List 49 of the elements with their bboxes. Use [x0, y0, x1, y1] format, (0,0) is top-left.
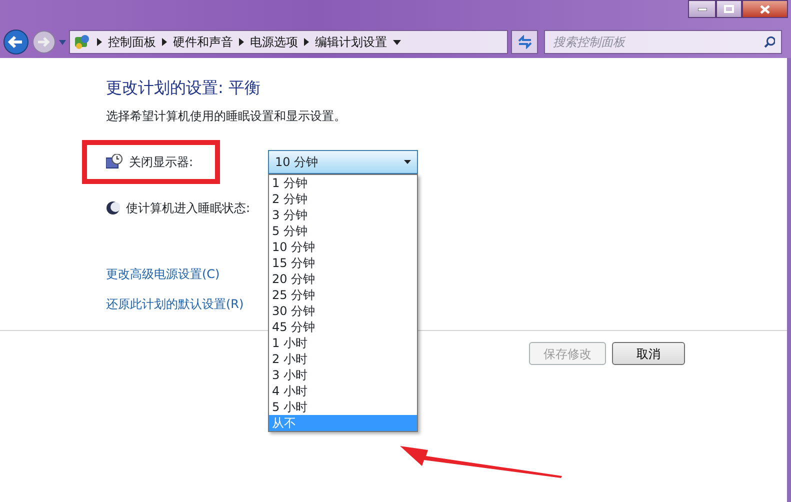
- dropdown-option[interactable]: 2 分钟: [269, 191, 417, 207]
- search-icon: [764, 36, 775, 48]
- monitor-clock-icon: [106, 154, 123, 170]
- close-button[interactable]: [742, 0, 788, 18]
- moon-icon: [106, 201, 120, 215]
- time-dropdown[interactable]: 10 分钟: [268, 150, 418, 174]
- settings-link[interactable]: 更改高级电源设置(C): [106, 265, 220, 283]
- breadcrumb-item[interactable]: 硬件和声音: [173, 33, 233, 51]
- dropdown-option[interactable]: 25 分钟: [269, 287, 417, 303]
- refresh-button[interactable]: [511, 30, 538, 54]
- dropdown-option[interactable]: 4 小时: [269, 383, 417, 399]
- search-field[interactable]: 搜索控制面板: [551, 32, 764, 52]
- dropdown-option[interactable]: 3 小时: [269, 367, 417, 383]
- setting-label: 关闭显示器:: [129, 154, 194, 171]
- dropdown-option[interactable]: 5 小时: [269, 399, 417, 415]
- dropdown-option[interactable]: 10 分钟: [269, 239, 417, 255]
- separator-arrow-icon[interactable]: [97, 38, 102, 46]
- dialog-button[interactable]: 取消: [612, 342, 685, 365]
- minimize-icon: [698, 8, 706, 10]
- breadcrumb-item[interactable]: 控制面板: [108, 33, 156, 51]
- page-subtitle: 选择希望计算机使用的睡眠设置和显示设置。: [106, 108, 347, 125]
- maximize-icon: [724, 5, 734, 13]
- dropdown-caret-icon: [404, 160, 411, 164]
- dropdown-option[interactable]: 5 分钟: [269, 223, 417, 239]
- separator-arrow-icon[interactable]: [304, 38, 309, 46]
- dropdown-option[interactable]: 2 小时: [269, 351, 417, 367]
- dropdown-option[interactable]: 45 分钟: [269, 319, 417, 335]
- refresh-icon: [516, 35, 532, 49]
- page-title: 更改计划的设置: 平衡: [106, 78, 262, 98]
- search-box[interactable]: 搜索控制面板: [544, 30, 782, 54]
- breadcrumb-item[interactable]: 编辑计划设置: [315, 33, 387, 51]
- breadcrumb-item[interactable]: 电源选项: [250, 33, 298, 51]
- setting-label: 使计算机进入睡眠状态:: [126, 200, 250, 217]
- minimize-button[interactable]: [688, 0, 716, 18]
- dropdown-option[interactable]: 20 分钟: [269, 271, 417, 287]
- separator-arrow-icon[interactable]: [239, 38, 244, 46]
- close-icon: [760, 4, 770, 14]
- dropdown-option[interactable]: 3 分钟: [269, 207, 417, 223]
- dropdown-option[interactable]: 15 分钟: [269, 255, 417, 271]
- maximize-button[interactable]: [716, 0, 742, 18]
- dropdown-caret-icon[interactable]: [393, 40, 401, 44]
- settings-link[interactable]: 还原此计划的默认设置(R): [106, 295, 244, 313]
- separator-arrow-icon[interactable]: [162, 38, 167, 46]
- dropdown-option[interactable]: 30 分钟: [269, 303, 417, 319]
- control-panel-icon: [73, 33, 91, 51]
- forward-icon[interactable]: [32, 30, 56, 54]
- dropdown-option[interactable]: 1 分钟: [269, 175, 417, 191]
- back-icon[interactable]: [3, 29, 29, 55]
- dropdown-option[interactable]: 1 小时: [269, 335, 417, 351]
